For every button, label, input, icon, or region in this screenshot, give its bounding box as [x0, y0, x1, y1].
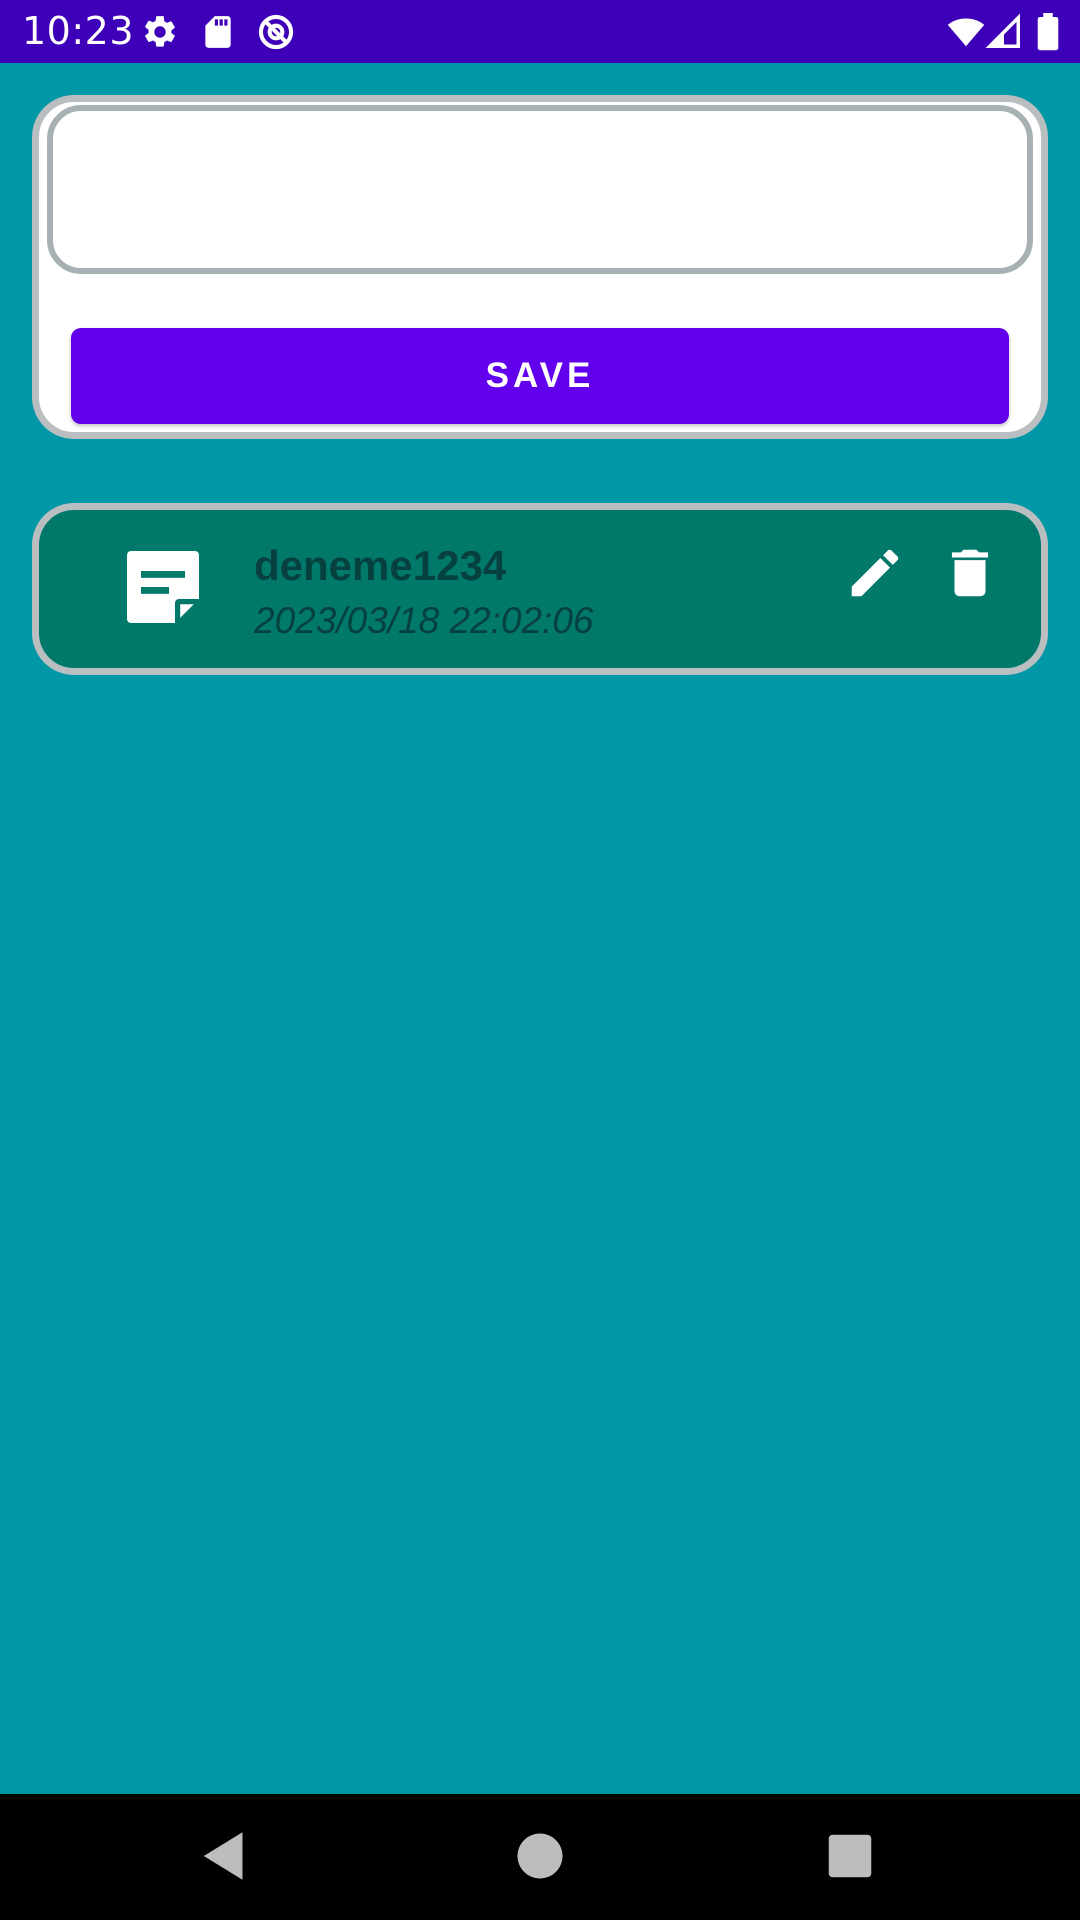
wifi-icon	[944, 13, 988, 51]
note-date: 2023/03/18 22:02:06	[254, 600, 594, 641]
save-button[interactable]: SAVE	[71, 328, 1009, 424]
signal-icon	[985, 13, 1023, 51]
delete-icon[interactable]	[939, 542, 1001, 604]
note-editor-card: SAVE	[32, 95, 1048, 439]
recents-icon[interactable]	[820, 1826, 880, 1886]
home-icon[interactable]	[510, 1826, 570, 1886]
sd-card-icon	[199, 13, 237, 51]
battery-icon	[1034, 13, 1062, 51]
navigation-bar	[0, 1794, 1080, 1920]
status-time: 10:23	[22, 9, 135, 53]
edit-icon[interactable]	[844, 542, 906, 604]
back-icon[interactable]	[195, 1826, 255, 1886]
note-title: deneme1234	[254, 542, 507, 589]
note-document-icon	[123, 547, 203, 627]
note-list-item[interactable]: deneme1234 2023/03/18 22:02:06	[32, 503, 1048, 675]
status-bar: 10:23	[0, 0, 1080, 63]
at-sign-icon	[257, 13, 295, 51]
note-input[interactable]	[47, 105, 1033, 274]
settings-icon	[141, 13, 179, 51]
